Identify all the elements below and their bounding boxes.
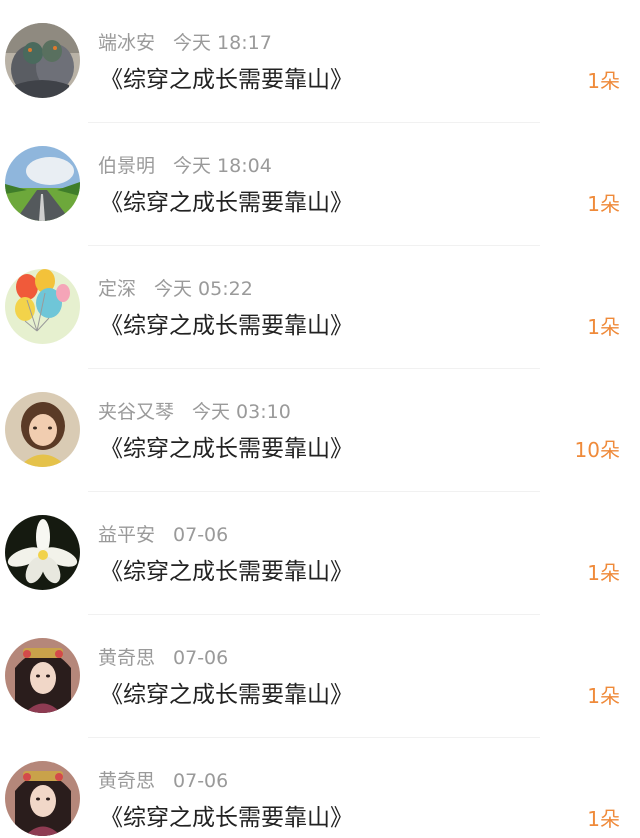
- gift-count: 1朵: [587, 192, 620, 216]
- list-item[interactable]: 益平安 07-06 《综穿之成长需要靠山》 1朵: [0, 492, 640, 615]
- gift-count: 1朵: [587, 69, 620, 93]
- list-item[interactable]: 黄奇思 07-06 《综穿之成长需要靠山》 1朵: [0, 738, 640, 838]
- book-title[interactable]: 《综穿之成长需要靠山》: [100, 678, 353, 712]
- book-title[interactable]: 《综穿之成长需要靠山》: [100, 63, 353, 97]
- item-meta: 黄奇思 07-06: [98, 645, 228, 671]
- child-photo-avatar[interactable]: [5, 392, 80, 467]
- username[interactable]: 黄奇思: [98, 647, 155, 669]
- book-title[interactable]: 《综穿之成长需要靠山》: [100, 555, 353, 589]
- book-title[interactable]: 《综穿之成长需要靠山》: [100, 309, 353, 343]
- list-item[interactable]: 夹谷又琴 今天 03:10 《综穿之成长需要靠山》 10朵: [0, 369, 640, 492]
- white-flower-avatar[interactable]: [5, 515, 80, 590]
- gift-record-list: 端冰安 今天 18:17 《综穿之成长需要靠山》 1朵 伯景明 今天 18:04 《…: [0, 0, 640, 838]
- list-item[interactable]: 定深 今天 05:22 《综穿之成长需要靠山》 1朵: [0, 246, 640, 369]
- costume-girl-avatar[interactable]: [5, 761, 80, 836]
- item-meta: 黄奇思 07-06: [98, 768, 228, 794]
- item-meta: 定深 今天 05:22: [98, 276, 253, 302]
- item-meta: 益平安 07-06: [98, 522, 228, 548]
- list-item[interactable]: 黄奇思 07-06 《综穿之成长需要靠山》 1朵: [0, 615, 640, 738]
- item-meta: 夹谷又琴 今天 03:10: [98, 399, 291, 425]
- list-item[interactable]: 端冰安 今天 18:17 《综穿之成长需要靠山》 1朵: [0, 0, 640, 123]
- username[interactable]: 定深: [98, 278, 136, 300]
- gift-count: 1朵: [587, 315, 620, 339]
- username[interactable]: 夹谷又琴: [98, 401, 174, 423]
- timestamp: 07-06: [173, 770, 229, 792]
- gift-count: 1朵: [587, 561, 620, 585]
- costume-girl-avatar[interactable]: [5, 638, 80, 713]
- pigeons-photo-avatar[interactable]: [5, 23, 80, 98]
- timestamp: 今天 18:04: [173, 155, 272, 177]
- username[interactable]: 伯景明: [98, 155, 155, 177]
- gift-count: 10朵: [574, 438, 620, 462]
- username[interactable]: 端冰安: [98, 32, 155, 54]
- timestamp: 07-06: [173, 647, 229, 669]
- gift-count: 1朵: [587, 684, 620, 708]
- item-meta: 端冰安 今天 18:17: [98, 30, 272, 56]
- gift-count: 1朵: [587, 807, 620, 831]
- username[interactable]: 黄奇思: [98, 770, 155, 792]
- item-meta: 伯景明 今天 18:04: [98, 153, 272, 179]
- book-title[interactable]: 《综穿之成长需要靠山》: [100, 432, 353, 466]
- list-item[interactable]: 伯景明 今天 18:04 《综穿之成长需要靠山》 1朵: [0, 123, 640, 246]
- book-title[interactable]: 《综穿之成长需要靠山》: [100, 801, 353, 835]
- timestamp: 07-06: [173, 524, 229, 546]
- book-title[interactable]: 《综穿之成长需要靠山》: [100, 186, 353, 220]
- timestamp: 今天 18:17: [173, 32, 272, 54]
- road-landscape-avatar[interactable]: [5, 146, 80, 221]
- username[interactable]: 益平安: [98, 524, 155, 546]
- timestamp: 今天 05:22: [154, 278, 253, 300]
- timestamp: 今天 03:10: [192, 401, 291, 423]
- balloons-avatar[interactable]: [5, 269, 80, 344]
